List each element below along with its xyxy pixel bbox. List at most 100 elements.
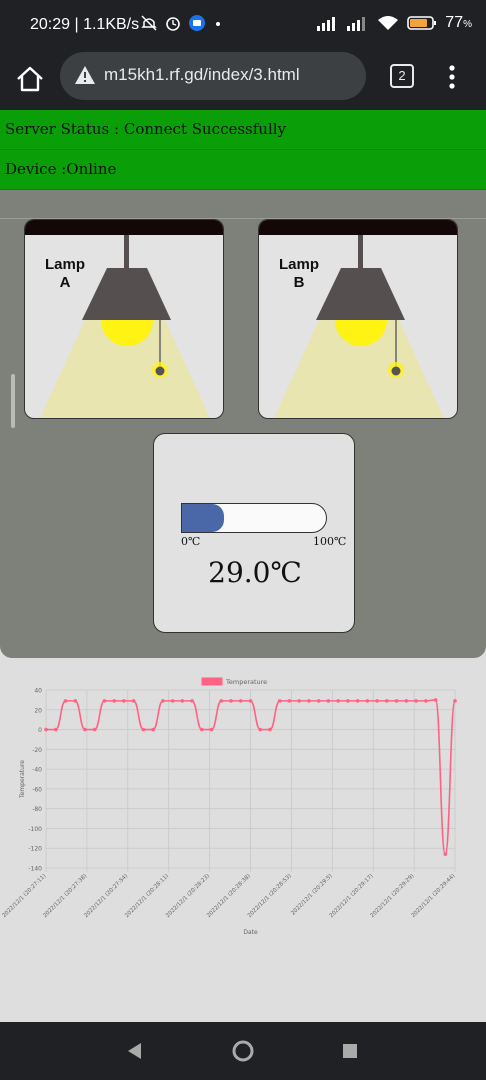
y-axis-label: Temperature [19,760,26,799]
server-status-bar: Server Status : Connect Successfully [0,110,486,150]
data-point [326,699,331,703]
battery-percent: 77% [445,14,472,31]
recents-icon[interactable] [341,1042,359,1060]
data-point [112,699,116,703]
temperature-max-label: 100℃ [313,535,347,548]
temperature-value: 29.0℃ [208,556,302,589]
x-tick-label: 2022/12/1 (20:28:53) [247,873,293,919]
temperature-bar [181,503,327,533]
data-point [394,699,399,703]
browser-toolbar: m15kh1.rf.gd/index/3.html 2 [0,52,486,110]
home-nav-icon[interactable] [231,1039,255,1063]
data-point [229,699,233,703]
temperature-chart: 40 20 0 -20 -40 -60 -80 -100 -120 -140 2022/12/1 (… [0,668,486,968]
data-point [355,699,360,703]
scrollbar[interactable] [11,374,15,428]
lamp-a-label: Lamp A [44,256,85,291]
lamp-b-card[interactable]: Lamp B [258,219,458,419]
data-point [268,727,272,732]
status-bar: 20:29 | 1.1KB/s 77% [0,0,486,52]
mute-icon [141,15,157,31]
y-tick-label: -20 [32,747,42,754]
x-tick-label: 2022/12/1 (20:27:11) [1,873,47,919]
y-tick-label: -40 [32,767,42,774]
y-tick-label: 0 [38,727,42,734]
data-point [375,699,379,703]
device-status-bar: Device :Online [0,150,486,190]
status-system-icons: 77% [317,14,472,32]
x-axis-label: Date [243,929,258,936]
data-point [44,727,48,732]
y-tick-label: 40 [34,688,42,695]
data-point [277,699,282,703]
x-tick-label: 2022/12/1 (20:28:38) [206,873,252,919]
warning-icon[interactable] [74,65,96,85]
data-point [258,727,263,732]
dot-icon [216,22,220,26]
data-point [180,699,185,703]
lamp-a-icon [40,235,210,418]
address-bar[interactable]: m15kh1.rf.gd/index/3.html [60,52,366,100]
x-tick-label: 2022/12/1 (20:29:29) [370,873,416,919]
data-point [92,727,97,732]
lamp-a-card[interactable]: Lamp A [24,219,224,419]
y-tick-label: 20 [34,707,42,714]
data-point [404,699,409,703]
data-point [307,699,311,703]
status-time: 20:29 | 1.1KB/s [30,16,140,33]
data-point [161,699,165,703]
data-point [248,699,253,703]
data-point [316,699,321,703]
y-tick-label: -60 [32,786,42,793]
data-point [73,699,78,703]
data-point [238,699,243,703]
x-tick-label: 2022/12/1 (20:28:23) [165,873,211,919]
temperature-min-label: 0℃ [181,535,201,548]
temperature-card: 0℃ 100℃ 29.0℃ [153,433,355,633]
data-point [83,727,87,732]
x-tick-label: 2022/12/1 (20:29:5) [290,873,333,916]
y-tick-label: -80 [32,806,42,813]
signal-icon [317,17,336,31]
legend-swatch [201,677,223,686]
more-options-icon[interactable] [442,62,462,92]
x-tick-label: 2022/12/1 (20:27:54) [83,873,129,919]
data-point [170,699,175,703]
y-tick-label: -120 [28,846,42,853]
data-point [287,699,292,703]
data-point [346,699,350,703]
navigation-bar [0,1022,486,1080]
x-tick-label: 2022/12/1 (20:29:17) [329,873,375,919]
x-tick-label: 2022/12/1 (20:28:11) [124,873,170,919]
data-point [414,699,418,703]
wifi-icon [378,16,399,30]
status-notification-icons [140,14,224,32]
signal-icon [347,17,366,31]
data-point [122,699,126,703]
y-tick-label: -100 [28,826,42,833]
tab-switcher-button[interactable]: 2 [390,64,414,88]
data-point [423,699,428,703]
data-point [131,699,136,703]
data-point [385,699,389,703]
legend-label: Temperature [225,678,267,686]
data-point [209,727,214,732]
url-text[interactable]: m15kh1.rf.gd/index/3.html [104,65,300,85]
data-point [433,698,438,702]
data-point [151,727,155,732]
data-point [190,699,194,703]
alarm-icon [166,17,180,31]
data-point [63,699,68,703]
app-screen: 20:29 | 1.1KB/s 77% m15kh1.rf.gd/index/3… [0,0,486,1080]
data-point [443,852,448,856]
x-tick-label: 2022/12/1 (20:29:44) [410,873,456,919]
data-point [453,699,457,703]
app-notification-icon [189,15,205,31]
home-icon[interactable] [14,63,46,95]
lamp-b-label: Lamp B [278,256,319,291]
data-point [297,699,301,703]
back-icon[interactable] [125,1041,145,1061]
data-point [219,699,224,703]
y-tick-label: -140 [28,866,42,873]
data-point [141,727,146,732]
